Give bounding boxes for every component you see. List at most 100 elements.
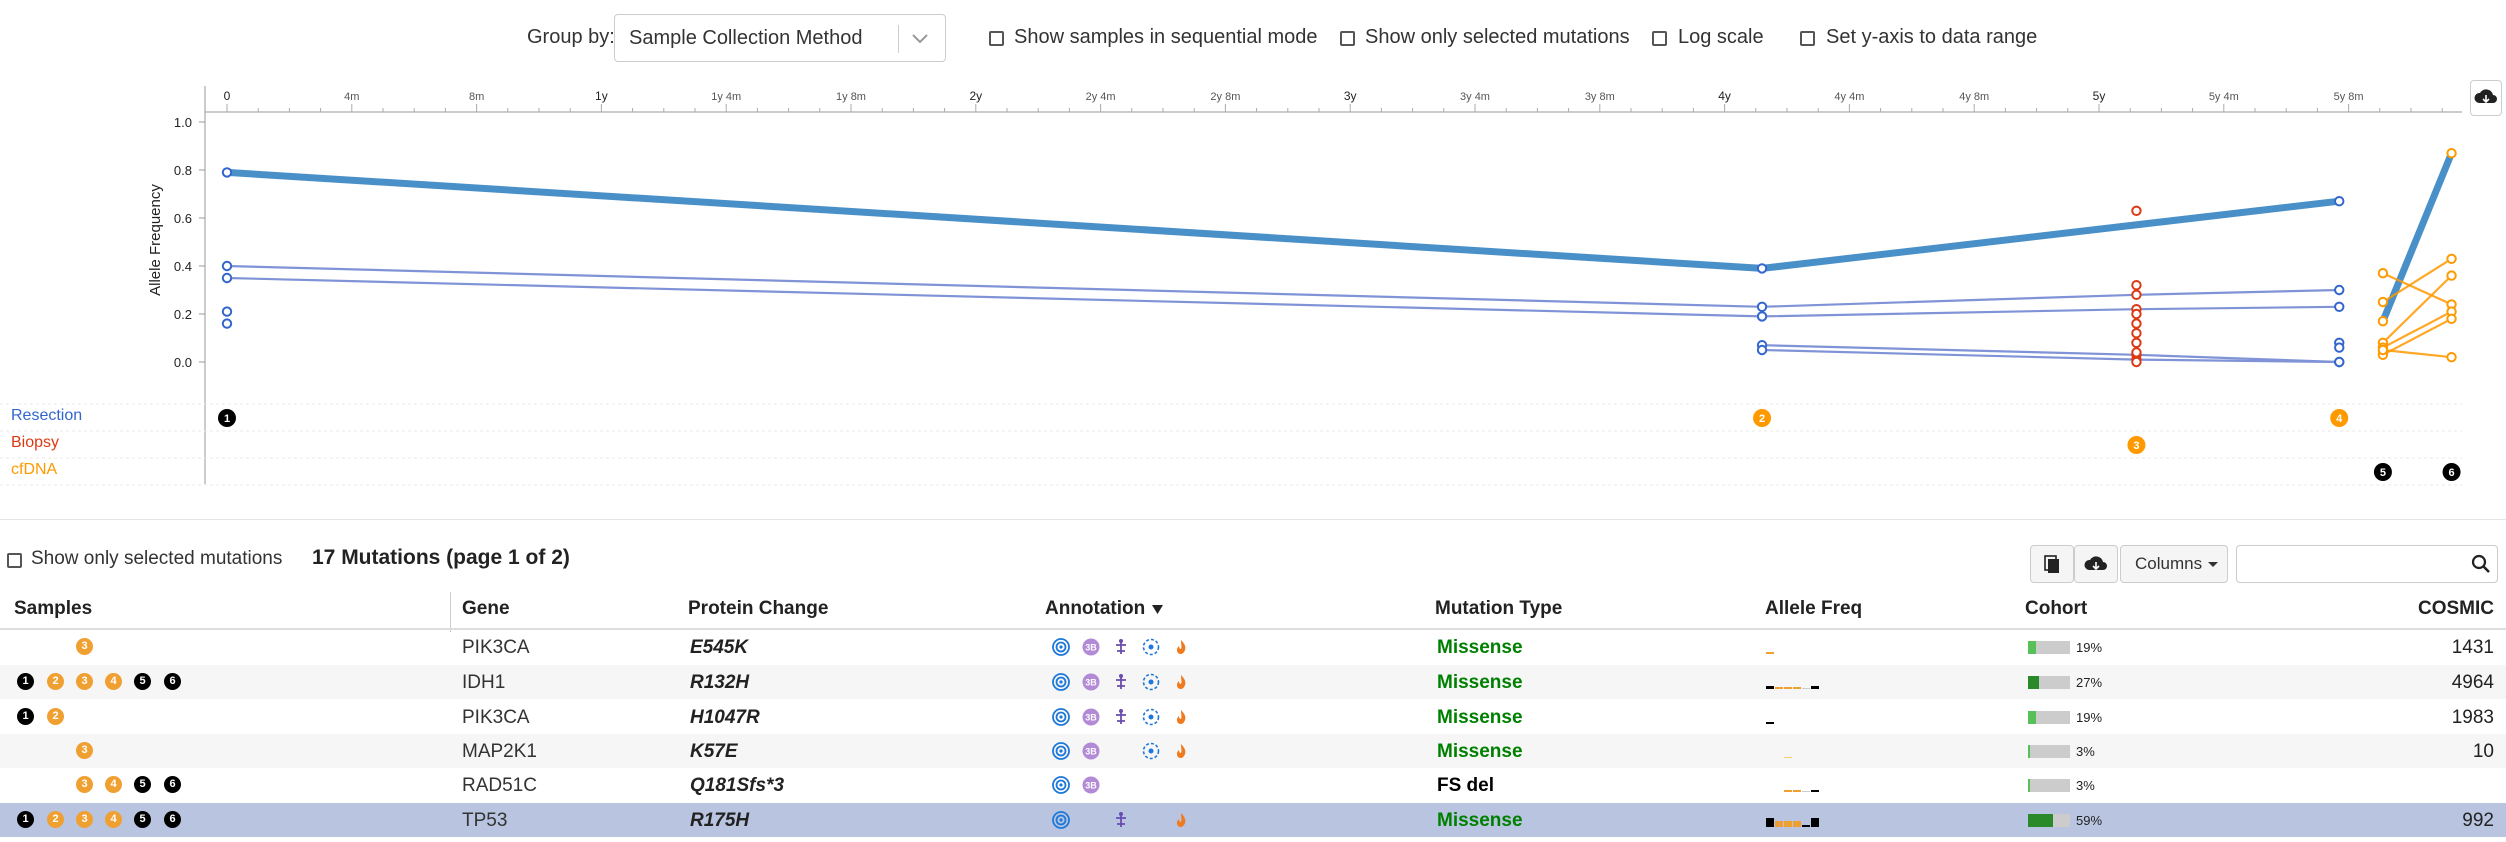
series-line[interactable]	[226, 276, 2340, 318]
protein-change-cell[interactable]: R175H	[690, 810, 749, 832]
header-cohort[interactable]: Cohort	[2025, 598, 2087, 620]
gene-cell[interactable]: PIK3CA	[462, 707, 530, 729]
gene-cell[interactable]: IDH1	[462, 672, 505, 694]
data-point[interactable]	[2334, 284, 2345, 296]
data-point[interactable]	[2446, 313, 2457, 324]
sample-badge[interactable]: 2	[47, 811, 64, 828]
sample-badge[interactable]: 3	[76, 811, 93, 828]
series-line[interactable]	[2382, 257, 2453, 303]
hotspot-flame-icon[interactable]	[1172, 638, 1190, 656]
sample-badge[interactable]: 1	[17, 708, 34, 725]
my-cancer-genome-icon[interactable]	[1112, 673, 1130, 691]
download-table-button[interactable]	[2074, 545, 2118, 583]
data-point[interactable]	[221, 306, 233, 317]
cohort-frequency-bar[interactable]	[2028, 779, 2070, 792]
table-row[interactable]: 3 4 5 6 RAD51C Q181Sfs*3 3B FS del 3%	[0, 768, 2506, 802]
cohort-frequency-bar[interactable]	[2028, 641, 2070, 654]
cosmic-count[interactable]: 4964	[2452, 672, 2494, 694]
sample-badge[interactable]: 2	[47, 708, 64, 725]
data-point[interactable]	[1756, 311, 1768, 322]
protein-change-cell[interactable]: E545K	[690, 637, 748, 659]
data-point[interactable]	[1756, 344, 1768, 356]
columns-button[interactable]: Columns	[2120, 545, 2228, 583]
gene-cell[interactable]: RAD51C	[462, 775, 537, 797]
allele-freq-sparkbars[interactable]	[1766, 742, 1846, 762]
sort-descending-icon[interactable]	[1151, 604, 1164, 615]
data-point[interactable]	[2377, 268, 2389, 279]
my-cancer-genome-icon[interactable]	[1112, 811, 1130, 829]
data-point[interactable]	[2446, 253, 2457, 264]
my-cancer-genome-icon[interactable]	[1112, 638, 1130, 656]
series-line[interactable]	[2382, 310, 2453, 349]
cosmic-count[interactable]: 1983	[2452, 707, 2494, 729]
data-point[interactable]	[1756, 263, 1768, 274]
oncokb-icon[interactable]	[1052, 776, 1070, 794]
oncokb-icon[interactable]	[1052, 673, 1070, 691]
table-selected-only-checkbox[interactable]	[7, 553, 22, 568]
sample-badge-3[interactable]: 3	[2127, 436, 2146, 454]
sample-badge[interactable]: 4	[105, 673, 122, 690]
sample-badge[interactable]: 3	[76, 638, 93, 655]
allele-freq-sparkbars[interactable]	[1766, 776, 1846, 796]
sample-badge[interactable]: 6	[164, 776, 181, 793]
sample-badge[interactable]: 5	[134, 811, 151, 828]
sample-badge[interactable]: 3	[76, 776, 93, 793]
sample-badge[interactable]: 4	[105, 811, 122, 828]
sample-badge[interactable]: 6	[164, 811, 181, 828]
sample-badge[interactable]: 1	[17, 811, 34, 828]
sample-badge[interactable]: 4	[105, 776, 122, 793]
series-line[interactable]	[2382, 348, 2452, 359]
data-point[interactable]	[2131, 347, 2142, 358]
hotspot-flame-icon[interactable]	[1172, 673, 1190, 691]
protein-change-cell[interactable]: K57E	[690, 741, 738, 763]
cancer-hotspot-icon[interactable]	[1142, 638, 1160, 656]
protein-change-cell[interactable]: Q181Sfs*3	[690, 775, 784, 797]
cosmic-count[interactable]: 992	[2462, 810, 2494, 832]
data-point[interactable]	[2131, 356, 2142, 368]
my-cancer-genome-icon[interactable]	[1112, 708, 1130, 726]
data-point[interactable]	[2377, 344, 2389, 356]
header-protein-change[interactable]: Protein Change	[688, 598, 828, 620]
hotspot-flame-icon[interactable]	[1172, 811, 1190, 829]
sample-badge[interactable]: 5	[134, 673, 151, 690]
header-samples[interactable]: Samples	[14, 598, 92, 620]
table-search-input[interactable]	[2236, 545, 2498, 583]
data-point[interactable]	[2446, 270, 2457, 281]
oncokb-icon[interactable]	[1052, 742, 1070, 760]
data-point[interactable]	[2334, 342, 2345, 353]
data-point[interactable]	[221, 318, 233, 329]
cancer-hotspot-icon[interactable]	[1142, 708, 1160, 726]
header-annotation[interactable]: Annotation	[1045, 598, 1145, 620]
sample-badge-5[interactable]: 5	[2373, 463, 2392, 481]
sample-badge[interactable]: 5	[134, 776, 151, 793]
series-line[interactable]	[2382, 274, 2453, 344]
sample-badge[interactable]: 2	[47, 673, 64, 690]
cancer-hotspot-icon[interactable]	[1142, 742, 1160, 760]
cosmic-count[interactable]: 10	[2473, 741, 2494, 763]
sample-badge-4[interactable]: 4	[2330, 409, 2349, 427]
data-point[interactable]	[2131, 308, 2142, 320]
data-point[interactable]	[2334, 301, 2345, 312]
data-point[interactable]	[2377, 316, 2389, 327]
cosmic-count[interactable]: 1431	[2452, 637, 2494, 659]
table-row[interactable]: 3 MAP2K1 K57E 3B Missense 3% 10	[0, 734, 2506, 768]
civic-icon[interactable]: 3B	[1082, 742, 1100, 760]
copy-button[interactable]	[2030, 545, 2074, 583]
oncokb-icon[interactable]	[1052, 708, 1070, 726]
protein-change-cell[interactable]: H1047R	[690, 707, 760, 729]
data-point[interactable]	[2377, 296, 2389, 308]
series-line[interactable]	[1762, 344, 2340, 364]
sample-badge-2[interactable]: 2	[1753, 409, 1772, 427]
table-row[interactable]: 1 2 PIK3CA H1047R 3B Missense 19% 1983	[0, 700, 2506, 734]
table-row[interactable]: 1 2 3 4 5 6 TP53 R175H Missense 59% 992	[0, 803, 2506, 837]
data-point[interactable]	[2131, 337, 2142, 348]
table-row[interactable]: 3 PIK3CA E545K 3B Missense 19% 1431	[0, 630, 2506, 664]
allele-freq-sparkbars[interactable]	[1766, 673, 1846, 693]
oncokb-icon[interactable]	[1052, 811, 1070, 829]
data-point[interactable]	[1756, 301, 1768, 312]
data-point[interactable]	[2131, 289, 2142, 300]
civic-icon[interactable]: 3B	[1082, 638, 1100, 656]
sample-badge[interactable]: 3	[76, 742, 93, 759]
protein-change-cell[interactable]: R132H	[690, 672, 749, 694]
civic-icon[interactable]: 3B	[1082, 708, 1100, 726]
